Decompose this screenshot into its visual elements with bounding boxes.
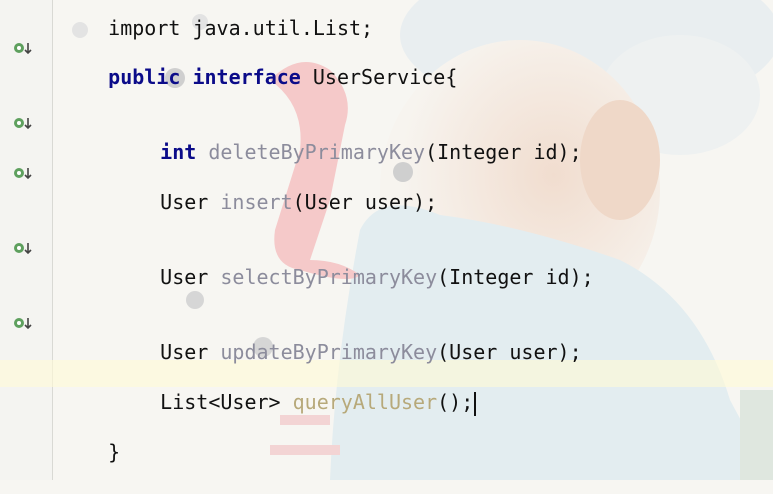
code-line-method-current[interactable]: List<User> queryAllUser(); [112, 360, 477, 416]
method-params: (); [437, 390, 474, 414]
method-params: (User user); [292, 190, 438, 214]
code-line-method[interactable]: User insert(User user); [112, 160, 437, 214]
code-line-interface[interactable]: public interface UserService{ [60, 35, 457, 89]
method-params: (Integer id); [437, 265, 594, 289]
method-name: queryAllUser [292, 390, 438, 414]
method-return-type: User [160, 265, 209, 289]
keyword-interface: interface [192, 65, 301, 89]
code-editor[interactable]: import java.util.List; public interface … [0, 0, 773, 480]
code-line-method[interactable]: User updateByPrimaryKey(User user); [112, 310, 581, 364]
code-line-closing-brace[interactable]: } [60, 410, 120, 464]
method-params: (Integer id); [425, 140, 582, 164]
method-name: selectByPrimaryKey [220, 265, 438, 289]
keyword-public: public [108, 65, 181, 89]
method-name: insert [220, 190, 293, 214]
code-line-method[interactable]: int deleteByPrimaryKey(Integer id); [112, 110, 581, 164]
interface-name: UserService{ [312, 65, 458, 89]
method-return-type: List<User> [160, 390, 281, 414]
method-return-type: User [160, 190, 209, 214]
code-line-method[interactable]: User selectByPrimaryKey(Integer id); [112, 235, 594, 289]
text-caret [474, 391, 477, 416]
closing-brace: } [108, 440, 121, 464]
code-line-import[interactable]: import java.util.List; [60, 0, 373, 40]
